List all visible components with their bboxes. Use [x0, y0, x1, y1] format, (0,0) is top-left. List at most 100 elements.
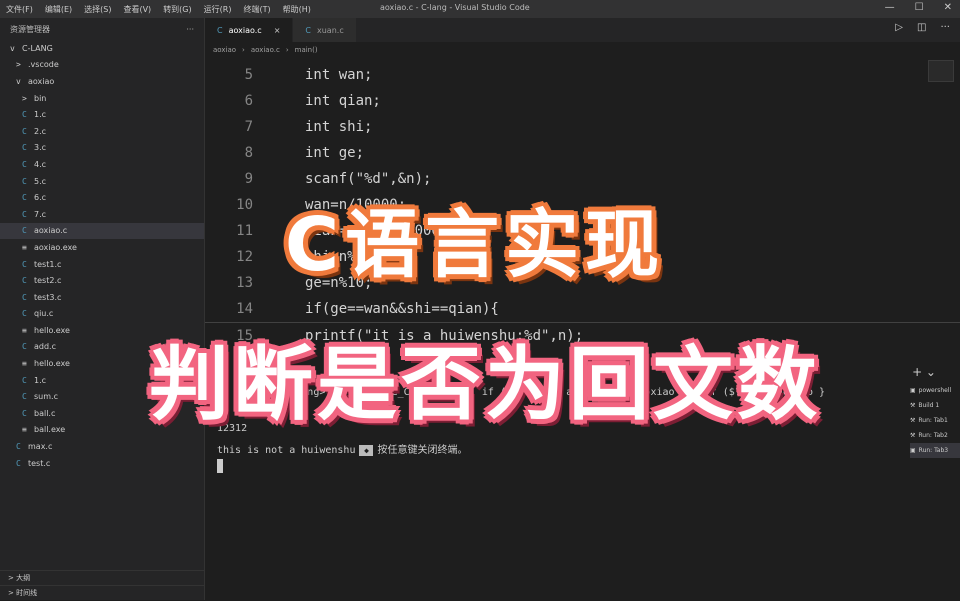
- menu-view[interactable]: 查看(V): [117, 4, 157, 15]
- window-controls: — ☐ ✕: [885, 2, 952, 13]
- c-file-icon: C: [22, 342, 27, 352]
- breadcrumb-symbol[interactable]: main(): [295, 46, 318, 54]
- c-file-icon: C: [22, 292, 27, 302]
- tree-item[interactable]: Cmax.c: [0, 438, 204, 455]
- terminal-icon: ▣: [910, 447, 916, 454]
- breadcrumb-file[interactable]: aoxiao.c: [251, 46, 280, 54]
- exe-file-icon: ≡: [22, 242, 27, 252]
- chevron-right-icon: >: [22, 93, 27, 103]
- sidebar-footer: > 大纲 > 时间线: [0, 570, 204, 600]
- code-line: 14 if(ge==wan&&shi==qian){: [205, 296, 925, 322]
- explorer-header: 资源管理器 ···: [0, 18, 204, 40]
- c-file-icon: C: [22, 259, 27, 269]
- tree-item[interactable]: > bin: [0, 90, 204, 107]
- terminal-cursor-block: ◆: [359, 444, 374, 456]
- c-file-icon: C: [305, 25, 311, 35]
- close-tab-icon[interactable]: ×: [274, 26, 281, 35]
- chevron-right-icon: ›: [285, 46, 289, 54]
- code-text: if(ge==wan&&shi==qian){: [305, 301, 499, 317]
- tree-item[interactable]: C 5.c: [0, 173, 204, 190]
- tree-item[interactable]: C 4.c: [0, 156, 204, 173]
- c-file-icon: C: [22, 309, 27, 319]
- c-file-icon: C: [22, 143, 27, 153]
- caption-line-1: C语言实现: [284, 202, 666, 288]
- maximize-icon[interactable]: ☐: [915, 2, 924, 13]
- c-file-icon: C: [16, 458, 21, 468]
- line-number: 8: [244, 145, 253, 161]
- tree-item[interactable]: C 1.c: [0, 106, 204, 123]
- outline-section[interactable]: > 大纲: [0, 570, 204, 585]
- tree-item[interactable]: v aoxiao: [0, 73, 204, 90]
- c-file-icon: C: [22, 392, 27, 402]
- window-title: aoxiao.c - C-lang - Visual Studio Code: [380, 3, 530, 12]
- breadcrumb: aoxiao › aoxiao.c › main(): [205, 42, 960, 58]
- menu-help[interactable]: 帮助(H): [277, 4, 317, 15]
- menu-selection[interactable]: 选择(S): [78, 4, 117, 15]
- menu-bar: 文件(F) 编辑(E) 选择(S) 查看(V) 转到(G) 运行(R) 终端(T…: [0, 4, 317, 15]
- menu-terminal[interactable]: 终端(T): [237, 4, 276, 15]
- code-text: int shi;: [305, 119, 373, 135]
- split-editor-icon[interactable]: ◫: [917, 22, 926, 33]
- minimap[interactable]: [928, 60, 954, 82]
- tree-item[interactable]: C 3.c: [0, 140, 204, 157]
- exe-file-icon: ≡: [22, 425, 27, 435]
- tree-item[interactable]: > .vscode: [0, 57, 204, 74]
- tree-item[interactable]: Ctest1.c: [0, 256, 204, 273]
- c-file-icon: C: [22, 276, 27, 286]
- run-icon[interactable]: ▷: [895, 22, 903, 33]
- caption-line-2: 判断是否为回文数: [149, 338, 821, 431]
- c-file-icon: C: [22, 193, 27, 203]
- timeline-section[interactable]: > 时间线: [0, 585, 204, 600]
- c-file-icon: C: [22, 159, 27, 169]
- c-file-icon: C: [22, 209, 27, 219]
- chevron-right-icon: ›: [242, 46, 245, 54]
- tab-xuan[interactable]: C xuan.c: [293, 18, 357, 42]
- terminal-close-hint: 按任意键关闭终端。: [377, 445, 468, 456]
- c-file-icon: C: [16, 442, 21, 452]
- menu-file[interactable]: 文件(F): [0, 4, 39, 15]
- explorer-title: 资源管理器: [10, 24, 50, 34]
- terminal-cursor: [217, 459, 223, 473]
- c-file-icon: C: [22, 110, 27, 120]
- terminal-session-item-active[interactable]: ▣ Run: Tab3: [910, 443, 960, 458]
- line-number: 14: [236, 301, 253, 317]
- editor-toolbar: ▷ ◫ ···: [895, 22, 950, 33]
- c-file-icon: C: [22, 375, 27, 385]
- breadcrumb-folder[interactable]: aoxiao: [213, 46, 236, 54]
- tree-item[interactable]: C 7.c: [0, 206, 204, 223]
- line-number: 6: [244, 93, 253, 109]
- more-actions-icon[interactable]: ···: [186, 25, 194, 34]
- c-file-icon: C: [22, 126, 27, 136]
- line-number: 5: [244, 67, 253, 83]
- code-line: 6 int qian;: [205, 88, 925, 114]
- terminal-output-text: this is not a huiwenshu: [217, 445, 356, 456]
- tree-item[interactable]: ≡ aoxiao.exe: [0, 239, 204, 256]
- more-icon[interactable]: ···: [940, 22, 950, 33]
- tree-item-selected[interactable]: Caoxiao.c: [0, 222, 204, 240]
- close-icon[interactable]: ✕: [944, 2, 952, 13]
- tree-item[interactable]: Ctest.c: [0, 455, 204, 472]
- tree-item[interactable]: Ctest2.c: [0, 272, 204, 289]
- code-line: 8 int ge;: [205, 140, 925, 166]
- c-file-icon: C: [22, 176, 27, 186]
- minimize-icon[interactable]: —: [885, 2, 895, 13]
- explorer-sidebar: 资源管理器 ··· v C-LANG > .vscode v aoxiao > bin …: [0, 18, 205, 600]
- code-text: int qian;: [305, 93, 381, 109]
- code-line: 7 int shi;: [205, 114, 925, 140]
- menu-goto[interactable]: 转到(G): [157, 4, 197, 15]
- menu-run[interactable]: 运行(R): [198, 4, 238, 15]
- tree-item[interactable]: C 2.c: [0, 123, 204, 140]
- exe-file-icon: ≡: [22, 359, 27, 369]
- menu-edit[interactable]: 编辑(E): [39, 4, 78, 15]
- chevron-right-icon: >: [16, 60, 21, 70]
- editor-tabs: C aoxiao.c × C xuan.c ▷ ◫ ···: [205, 18, 960, 42]
- c-file-icon: C: [217, 25, 223, 35]
- tree-item[interactable]: v C-LANG: [0, 40, 204, 57]
- terminal-output-line: this is not a huiwenshu ◆ 按任意键关闭终端。: [217, 441, 467, 456]
- tree-item[interactable]: C 6.c: [0, 189, 204, 206]
- title-bar: 文件(F) 编辑(E) 选择(S) 查看(V) 转到(G) 运行(R) 终端(T…: [0, 0, 960, 18]
- code-text: int wan;: [305, 67, 373, 83]
- tab-aoxiao[interactable]: C aoxiao.c ×: [205, 18, 294, 42]
- tree-item[interactable]: Ctest3.c: [0, 289, 204, 306]
- chevron-down-icon: v: [10, 43, 15, 53]
